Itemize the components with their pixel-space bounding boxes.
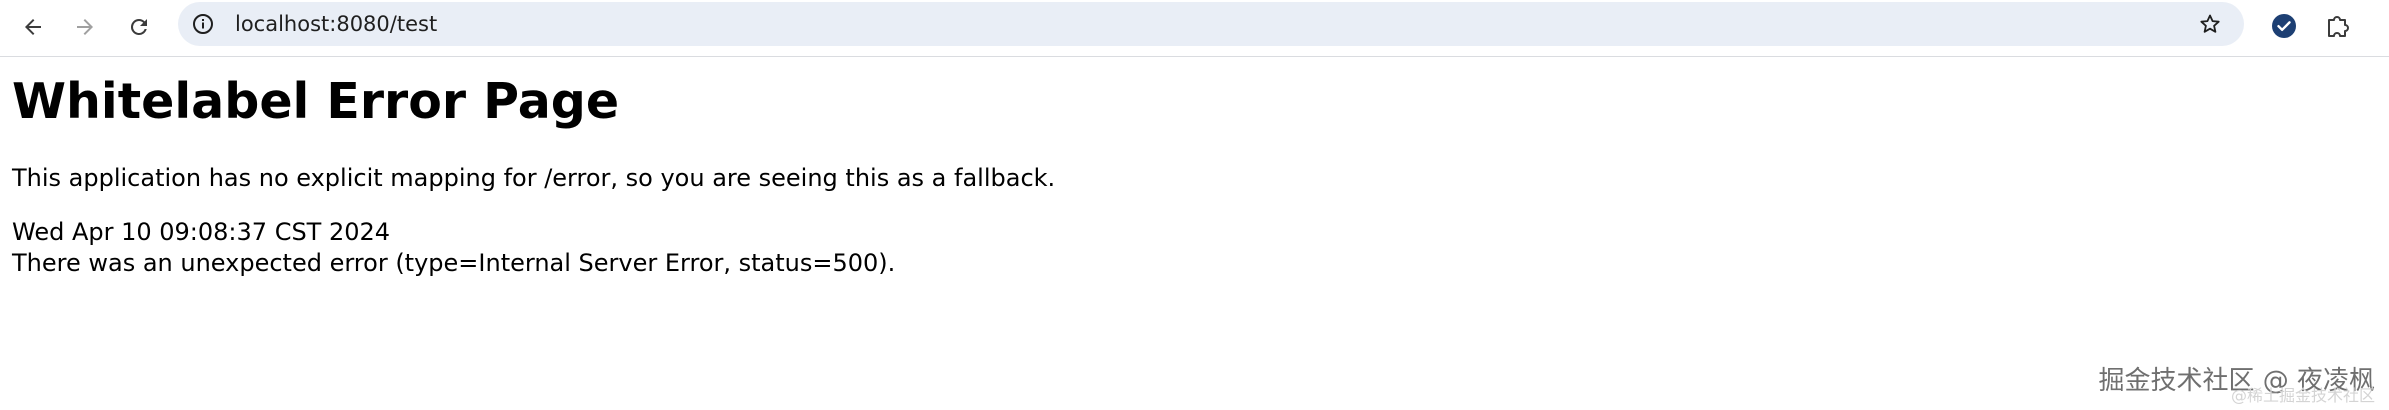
browser-toolbar: localhost:8080/test (0, 0, 2389, 57)
error-description: There was an unexpected error (type=Inte… (12, 249, 896, 277)
address-bar[interactable]: localhost:8080/test (178, 2, 2244, 46)
back-button[interactable] (12, 6, 54, 48)
error-page-content: Whitelabel Error Page This application h… (12, 57, 2372, 279)
fallback-message: This application has no explicit mapping… (12, 164, 1056, 192)
arrow-right-icon (73, 15, 97, 39)
forward-button[interactable] (64, 6, 106, 48)
puzzle-icon (2324, 12, 2352, 44)
info-icon[interactable] (192, 13, 214, 35)
error-details: Wed Apr 10 09:08:37 CST 2024 There was a… (12, 217, 2372, 279)
url-text[interactable]: localhost:8080/test (235, 2, 437, 46)
check-circle-icon (2270, 12, 2298, 44)
extensions-button[interactable] (2318, 8, 2358, 48)
error-timestamp: Wed Apr 10 09:08:37 CST 2024 (12, 218, 391, 246)
watermark-ghost: @稀土掘金技术社区 (2230, 386, 2375, 405)
page-title: Whitelabel Error Page (12, 73, 620, 130)
reload-button[interactable] (118, 6, 160, 48)
profile-extension-button[interactable] (2264, 8, 2304, 48)
reload-icon (127, 15, 151, 39)
star-icon[interactable] (2198, 12, 2222, 36)
arrow-left-icon (21, 15, 45, 39)
